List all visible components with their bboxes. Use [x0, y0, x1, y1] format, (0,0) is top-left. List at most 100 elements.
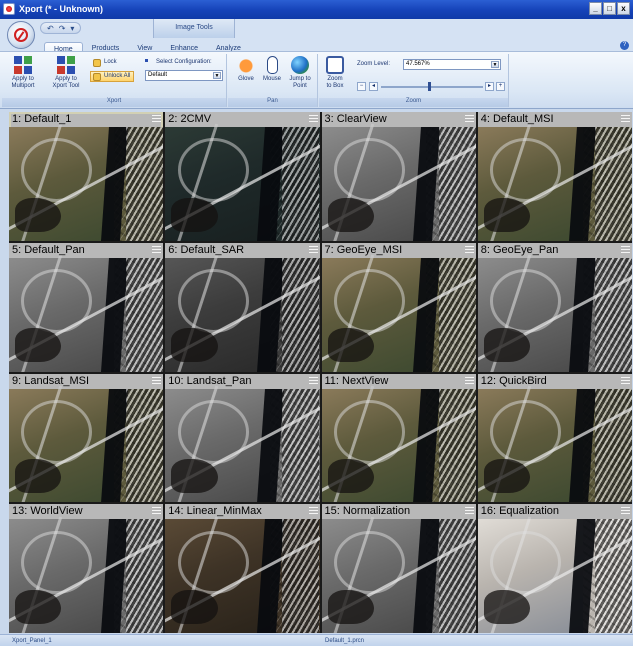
image-tile[interactable]: 3: ClearView — [321, 112, 476, 241]
configuration-icon — [145, 59, 153, 67]
tile-menu-icon[interactable] — [464, 245, 474, 255]
glove-button[interactable]: Glove — [234, 56, 258, 83]
satellite-image[interactable] — [165, 385, 320, 503]
image-tile[interactable]: 1: Default_1 — [9, 112, 164, 241]
tile-menu-icon[interactable] — [308, 245, 318, 255]
unlock-icon — [93, 73, 101, 81]
app-icon[interactable] — [3, 3, 15, 15]
image-tile[interactable]: 6: Default_SAR — [165, 242, 320, 372]
apply-multiport-line1: Apply to — [12, 76, 34, 82]
tile-menu-icon[interactable] — [152, 245, 162, 255]
ribbon-body: Apply to Multiport Apply to Xport Tool L… — [0, 51, 633, 109]
tile-menu-icon[interactable] — [308, 507, 318, 517]
dark-field — [171, 459, 218, 494]
zoom-slider[interactable] — [381, 86, 483, 88]
tile-menu-icon[interactable] — [152, 507, 162, 517]
tile-menu-icon[interactable] — [152, 376, 162, 386]
satellite-image[interactable] — [165, 123, 320, 241]
slider-left-icon[interactable]: ◂ — [369, 82, 378, 91]
lock-label: Lock — [104, 59, 117, 65]
tile-label: 10: Landsat_Pan — [165, 373, 320, 389]
satellite-image[interactable] — [321, 385, 476, 503]
satellite-image[interactable] — [9, 123, 164, 241]
dark-field — [171, 197, 218, 232]
satellite-image[interactable] — [9, 254, 164, 372]
redo-icon[interactable]: ↷ — [59, 24, 66, 33]
close-button[interactable]: x — [617, 2, 630, 15]
zoom-out-icon[interactable]: − — [357, 82, 366, 91]
image-tile[interactable]: 16: Equalization — [477, 504, 632, 633]
highway-loop — [490, 399, 562, 464]
zoom-group-label: Zoom — [319, 98, 508, 107]
highway-loop — [490, 269, 562, 333]
tile-menu-icon[interactable] — [464, 376, 474, 386]
satellite-image[interactable] — [477, 385, 632, 503]
marina-piers — [594, 388, 632, 503]
status-file-name: Default_1.prcn — [325, 638, 365, 644]
highway-loop — [21, 269, 93, 333]
tile-menu-icon[interactable] — [464, 507, 474, 517]
mouse-button[interactable]: Mouse — [260, 56, 284, 83]
tile-label: 11: NextView — [321, 373, 476, 389]
image-tile[interactable]: 4: Default_MSI — [477, 112, 632, 241]
select-configuration-label: Select Configuration: — [156, 59, 212, 65]
jump-to-point-button[interactable]: Jump to Point — [286, 56, 314, 90]
image-tile[interactable]: 12: QuickBird — [477, 373, 632, 503]
satellite-image[interactable] — [477, 123, 632, 241]
image-tile[interactable]: 7: GeoEye_MSI — [321, 242, 476, 372]
satellite-image[interactable] — [477, 516, 632, 633]
satellite-image[interactable] — [321, 123, 476, 241]
satellite-image[interactable] — [9, 385, 164, 503]
tile-menu-icon[interactable] — [621, 115, 630, 124]
zoom-in-icon[interactable]: + — [496, 82, 505, 91]
marina-piers — [438, 257, 476, 372]
highway-loop — [490, 138, 562, 203]
satellite-image[interactable] — [9, 516, 164, 633]
zoom-to-box-button[interactable]: Zoom to Box — [323, 56, 347, 90]
tile-menu-icon[interactable] — [308, 376, 318, 386]
tile-menu-icon[interactable] — [152, 115, 162, 124]
satellite-image[interactable] — [477, 254, 632, 372]
customize-qat-icon[interactable]: ▾ — [70, 24, 74, 33]
satellite-image[interactable] — [321, 516, 476, 633]
undo-icon[interactable]: ↶ — [47, 24, 54, 33]
tile-menu-icon[interactable] — [621, 376, 630, 386]
apply-to-xport-tool-button[interactable]: Apply to Xport Tool — [46, 56, 86, 90]
image-tile[interactable]: 5: Default_Pan — [9, 242, 164, 372]
chevron-down-icon[interactable]: ▼ — [213, 72, 221, 79]
tile-menu-icon[interactable] — [621, 245, 630, 255]
configuration-select[interactable]: Default ▼ — [145, 70, 223, 81]
unlock-all-label: Unlock All — [104, 73, 131, 79]
apply-to-multiport-button[interactable]: Apply to Multiport — [4, 56, 42, 90]
zoom-slider-thumb[interactable] — [427, 82, 431, 91]
satellite-image[interactable] — [321, 254, 476, 372]
image-tile[interactable]: 9: Landsat_MSI — [9, 373, 164, 503]
satellite-image[interactable] — [165, 254, 320, 372]
lock-button[interactable]: Lock — [90, 57, 121, 68]
tile-menu-icon[interactable] — [308, 115, 318, 124]
maximize-button[interactable]: □ — [603, 2, 616, 15]
application-menu-button[interactable] — [7, 21, 35, 49]
tile-label: 15: Normalization — [321, 504, 476, 520]
dark-field — [483, 328, 531, 363]
mouse-label: Mouse — [262, 76, 281, 82]
tile-menu-icon[interactable] — [464, 115, 474, 124]
slider-right-icon[interactable]: ▸ — [485, 82, 494, 91]
unlock-all-button[interactable]: Unlock All — [90, 71, 135, 82]
image-tile[interactable]: 11: NextView — [321, 373, 476, 503]
image-tile[interactable]: 15: Normalization — [321, 504, 476, 633]
zoom-level-select[interactable]: 47.567% ▼ — [403, 59, 501, 70]
image-tile[interactable]: 2: 2CMV — [165, 112, 320, 241]
dark-field — [327, 328, 374, 363]
satellite-image[interactable] — [165, 516, 320, 633]
dark-field — [327, 589, 374, 624]
help-icon[interactable]: ? — [620, 41, 629, 50]
tile-menu-icon[interactable] — [621, 507, 630, 517]
zoom-dropdown-chevron-icon[interactable]: ▼ — [491, 61, 499, 68]
image-tile[interactable]: 14: Linear_MinMax — [165, 504, 320, 633]
image-tile[interactable]: 13: WorldView — [9, 504, 164, 633]
minimize-button[interactable]: _ — [589, 2, 602, 15]
image-tile[interactable]: 8: GeoEye_Pan — [477, 242, 632, 372]
pan-group: Glove Mouse Jump to Point Pan — [228, 54, 318, 107]
image-tile[interactable]: 10: Landsat_Pan — [165, 373, 320, 503]
